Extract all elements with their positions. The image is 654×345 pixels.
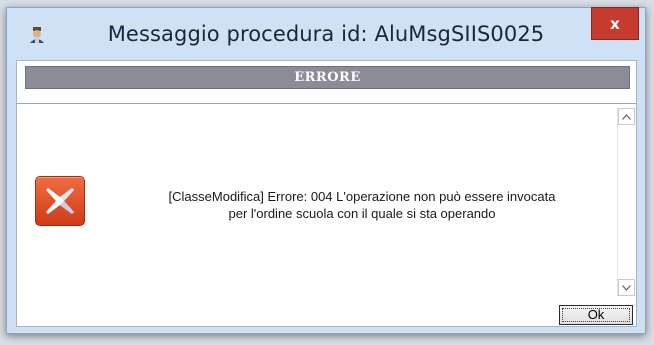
close-button[interactable]: x bbox=[591, 7, 639, 40]
window-title: Messaggio procedura id: AluMsgSIIS0025 bbox=[107, 22, 545, 46]
close-icon: x bbox=[610, 14, 620, 33]
error-message-line-1: [ClasseModifica] Errore: 004 L'operazion… bbox=[168, 189, 556, 204]
error-message: [ClasseModifica] Errore: 004 L'operazion… bbox=[107, 188, 617, 222]
message-panel: [ClasseModifica] Errore: 004 L'operazion… bbox=[17, 103, 636, 304]
chevron-up-icon bbox=[622, 113, 631, 120]
error-banner: ERRORE bbox=[25, 66, 630, 89]
chevron-down-icon bbox=[622, 284, 631, 291]
ok-button[interactable]: Ok bbox=[559, 305, 633, 325]
error-message-line-2: per l'ordine scuola con il quale si sta … bbox=[228, 206, 496, 221]
vertical-scrollbar[interactable] bbox=[617, 108, 635, 296]
focus-rectangle bbox=[562, 308, 630, 322]
dialog-window: Messaggio procedura id: AluMsgSIIS0025 x… bbox=[6, 7, 646, 334]
scroll-down-button[interactable] bbox=[618, 279, 635, 296]
scroll-up-button[interactable] bbox=[618, 108, 635, 125]
title-bar[interactable]: Messaggio procedura id: AluMsgSIIS0025 x bbox=[7, 7, 645, 60]
error-x-icon bbox=[35, 176, 85, 226]
dialog-body: ERRORE [ClasseModifica] Errore: 004 L'op… bbox=[16, 60, 637, 327]
